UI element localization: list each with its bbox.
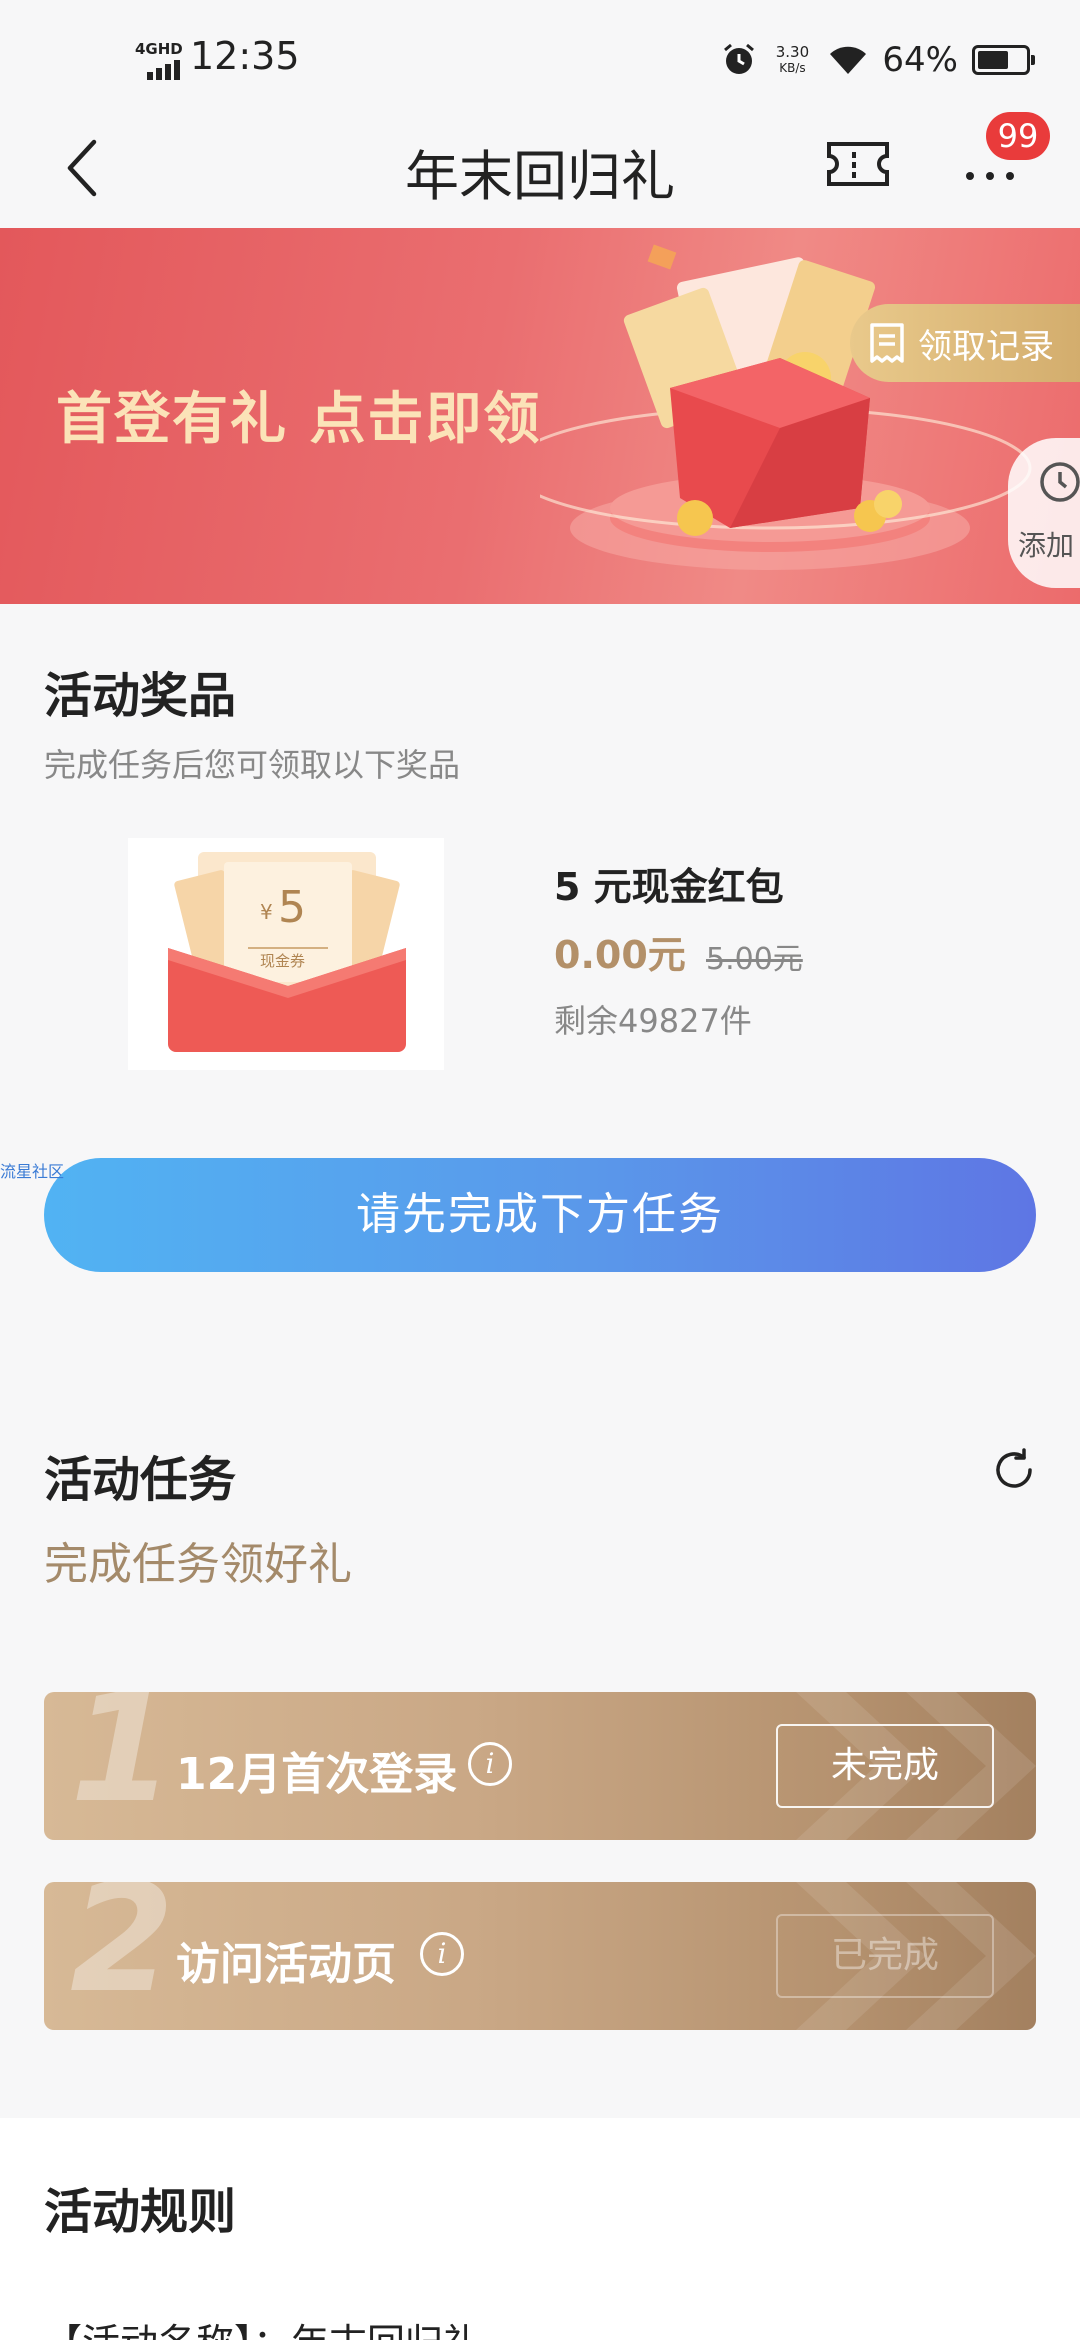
page-title: 年末回归礼 (405, 145, 675, 208)
wifi-icon (830, 46, 867, 74)
prizes-subtitle: 完成任务后您可领取以下奖品 (44, 746, 461, 784)
prize-original-price: 5.00元 (706, 942, 803, 977)
clock-icon (1040, 462, 1080, 502)
prize-image-amount: 5 (278, 882, 306, 933)
alarm-icon (724, 43, 755, 74)
task-number: 1 (70, 1692, 175, 1836)
status-time: 12:35 (190, 34, 300, 78)
rules-title: 活动规则 (44, 2184, 237, 2240)
prize-price: 0.00元 (554, 933, 686, 977)
nav-bar: 年末回归礼 99 (0, 110, 1080, 228)
battery-icon (972, 45, 1035, 75)
tasks-title: 活动任务 (44, 1452, 237, 1508)
task-name: 12月首次登录 (176, 1749, 458, 1800)
status-bar: 4GHD 12:35 3.30 KB/s 64% (0, 0, 1080, 120)
claim-records-button[interactable]: 领取记录 (850, 304, 1080, 382)
task-name: 访问活动页 (176, 1939, 396, 1990)
refresh-icon[interactable] (990, 1446, 1038, 1494)
task-item: 1 12月首次登录 i 未完成 (44, 1692, 1036, 1840)
network-type: 4GHD (135, 40, 183, 58)
tasks-subtitle: 完成任务领好礼 (44, 1539, 352, 1590)
task-number: 2 (70, 1882, 175, 2026)
add-label: 添加 (1018, 529, 1075, 562)
network-speed: 3.30 KB/s (775, 43, 810, 75)
complete-tasks-button[interactable]: 请先完成下方任务 (44, 1158, 1036, 1272)
rules-line: 【活动名称】：年末回归礼 (44, 2312, 481, 2340)
prize-image-currency: ¥ (260, 900, 273, 924)
signal-icon: 4GHD (135, 40, 187, 80)
battery-percent: 64% (882, 40, 958, 80)
prize-name: 5 元现金红包 (554, 865, 784, 909)
prizes-title: 活动奖品 (44, 668, 237, 724)
watermark-text: 流星社区 (0, 1162, 65, 1181)
info-icon[interactable]: i (468, 1742, 512, 1786)
prize-image-caption: 现金券 (260, 952, 306, 970)
task-status-button[interactable]: 未完成 (776, 1724, 994, 1808)
ticket-icon[interactable] (826, 140, 890, 188)
red-envelope-illustration (540, 244, 1032, 570)
task-item: 2 访问活动页 i 已完成 (44, 1882, 1036, 2030)
rules-section: 活动规则 【活动名称】：年末回归礼 (0, 2118, 1080, 2340)
info-icon[interactable]: i (420, 1932, 464, 1976)
promo-banner[interactable]: 首登有礼 点击即领 领取记录 添加 (0, 228, 1080, 604)
notification-badge: 99 (986, 112, 1050, 160)
banner-headline: 首登有礼 点击即领 (56, 387, 542, 452)
receipt-icon (870, 323, 904, 363)
add-floating-button[interactable]: 添加 (1008, 438, 1080, 588)
prize-stock: 剩余49827件 (554, 1002, 752, 1040)
claim-records-label: 领取记录 (918, 326, 1054, 367)
task-status-button: 已完成 (776, 1914, 994, 1998)
prize-image: ¥ 5 现金券 (128, 838, 444, 1070)
